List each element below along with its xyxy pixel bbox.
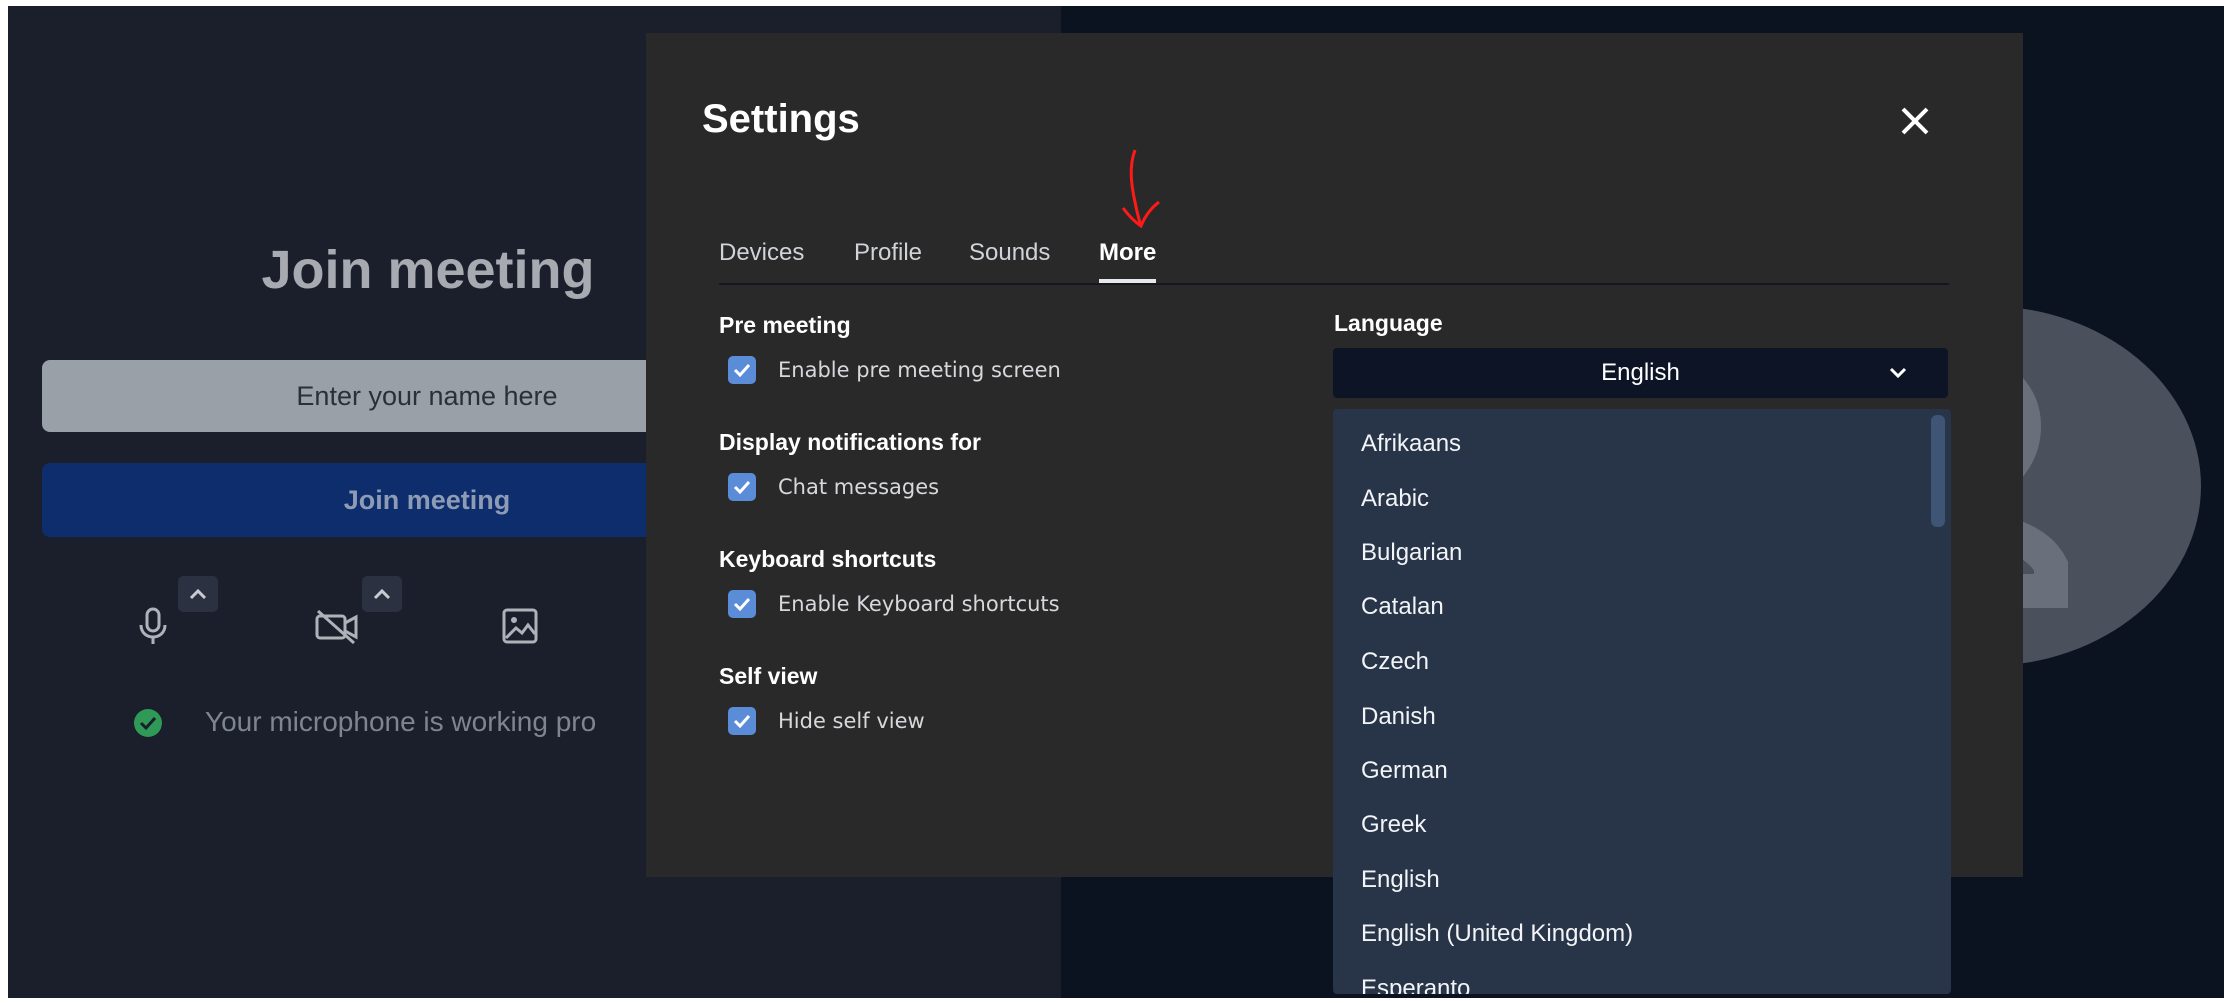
display-notifications-heading: Display notifications for	[719, 429, 981, 455]
background-button[interactable]	[495, 601, 545, 651]
tab-devices[interactable]: Devices	[719, 231, 804, 283]
microphone-options-button[interactable]	[178, 576, 218, 612]
modal-title: Settings	[702, 97, 860, 141]
camera-off-icon	[315, 609, 358, 645]
language-heading: Language	[1334, 310, 1443, 336]
language-option[interactable]: Bulgarian	[1361, 539, 1462, 567]
tab-profile[interactable]: Profile	[854, 231, 922, 283]
close-button[interactable]	[1891, 97, 1939, 145]
language-option[interactable]: Esperanto	[1361, 975, 1470, 994]
keyboard-shortcuts-option[interactable]: Enable Keyboard shortcuts	[728, 589, 1060, 619]
language-option[interactable]: German	[1361, 757, 1448, 785]
chevron-down-icon	[1889, 367, 1907, 379]
camera-options-button[interactable]	[362, 576, 402, 612]
image-icon	[502, 608, 538, 644]
language-option[interactable]: Catalan	[1361, 593, 1444, 621]
microphone-button[interactable]	[128, 601, 178, 651]
self-view-heading: Self view	[719, 663, 818, 689]
settings-tabs: Devices Profile Sounds More	[719, 231, 1949, 285]
tab-more[interactable]: More	[1099, 231, 1157, 283]
language-option[interactable]: Greek	[1361, 811, 1426, 839]
check-circle-icon	[134, 709, 162, 737]
hide-self-view-option[interactable]: Hide self view	[728, 706, 925, 736]
pre-meeting-heading: Pre meeting	[719, 312, 851, 338]
language-option[interactable]: English (United Kingdom)	[1361, 920, 1633, 948]
checkbox-checked-icon[interactable]	[728, 590, 756, 618]
close-icon	[1901, 107, 1929, 135]
checkbox-checked-icon[interactable]	[728, 473, 756, 501]
hide-self-view-label: Hide self view	[778, 709, 925, 733]
chevron-up-icon	[373, 588, 391, 600]
microphone-status-text: Your microphone is working pro	[205, 706, 597, 737]
language-select[interactable]: English	[1333, 348, 1948, 398]
microphone-icon	[139, 607, 167, 644]
camera-button[interactable]	[312, 601, 362, 651]
dropdown-scrollbar-thumb[interactable]	[1931, 415, 1945, 527]
language-selected-value: English	[1601, 359, 1680, 386]
chat-messages-option[interactable]: Chat messages	[728, 472, 939, 502]
language-dropdown-list[interactable]: Afrikaans Arabic Bulgarian Catalan Czech…	[1333, 409, 1951, 994]
tab-sounds[interactable]: Sounds	[969, 231, 1050, 283]
app-window: Join meeting Join meeting	[8, 6, 2224, 998]
language-option[interactable]: Arabic	[1361, 485, 1429, 513]
keyboard-shortcuts-label: Enable Keyboard shortcuts	[778, 592, 1060, 616]
language-option[interactable]: Afrikaans	[1361, 430, 1461, 458]
language-option[interactable]: English	[1361, 866, 1440, 894]
enable-pre-meeting-label: Enable pre meeting screen	[778, 358, 1061, 382]
red-arrow-annotation	[1121, 149, 1160, 229]
keyboard-shortcuts-heading: Keyboard shortcuts	[719, 546, 937, 572]
checkbox-checked-icon[interactable]	[728, 356, 756, 384]
language-option[interactable]: Czech	[1361, 648, 1429, 676]
language-option[interactable]: Danish	[1361, 703, 1436, 731]
enable-pre-meeting-option[interactable]: Enable pre meeting screen	[728, 355, 1061, 385]
chat-messages-label: Chat messages	[778, 475, 940, 499]
chevron-up-icon	[189, 588, 207, 600]
checkbox-checked-icon[interactable]	[728, 707, 756, 735]
